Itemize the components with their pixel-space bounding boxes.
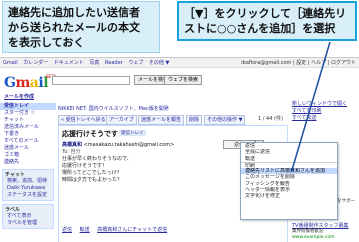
labels-manage[interactable]: ラベルを管理 — [5, 220, 51, 227]
sender-email: <masakazu.takahashi@gmail.com> — [83, 142, 175, 148]
forward-link[interactable]: 転送 — [80, 227, 90, 233]
labels-box: ラベル すべて表示 ラベルを管理 — [2, 204, 54, 229]
top-link-photos[interactable]: 写真 — [89, 60, 99, 66]
chat-status-link[interactable]: ステータスを設定 — [5, 192, 51, 199]
body-line: 仕事が早く終わりそうなので、 — [62, 156, 132, 162]
labels-show-all[interactable]: すべて表示 — [5, 213, 51, 220]
message-actions: 返信 転送 高橋真和さんにチャットで返信 — [62, 226, 173, 233]
sidebar-item-all-mail[interactable]: すべてのメール — [0, 138, 56, 145]
user-account-links[interactable]: ibaflora@gmail.com | 設定 | ヘルプ | ログアウト — [241, 59, 356, 66]
chat-box-title: チャット — [5, 172, 25, 178]
inbox-label-tag[interactable]: 受信トレイ — [119, 130, 146, 136]
forward-all-link[interactable]: すべて転送 — [292, 115, 359, 122]
more-actions-dropdown[interactable]: その他の操作 ▼ — [204, 115, 246, 125]
delete-button[interactable]: 削除 — [186, 115, 203, 125]
callout-left-line2: から送られたメールの本文 — [8, 21, 140, 34]
open-new-window-link[interactable]: 新しいウィンドウで開く — [292, 101, 359, 108]
sidebar: メールを作成 受信トレイ スター付き ☆ チャット 送信済みメール 下書き すべ… — [0, 91, 56, 242]
mail-search-input[interactable] — [52, 76, 130, 85]
web-clip-news[interactable]: NIKKEI NET: 国内ウイルスソフト、Mac版を開発 — [58, 105, 288, 113]
sponsored-link: TV番組制作スタッフ募集 業界経験者歓迎 www.example.com — [292, 222, 359, 240]
top-link-calendar[interactable]: カレンダー — [23, 60, 48, 66]
message-recipient: To: 自分 — [62, 149, 81, 155]
message-body: 仕事が早く終わりそうなので、 応援行けそうです！ 場所ってどこでしたっけ？ 時間… — [62, 156, 162, 184]
gmail-logo-text: Gmail — [4, 75, 49, 91]
message-sender: 高橋真和 <masakazu.takahashi@gmail.com> — [62, 141, 174, 148]
top-link-docs[interactable]: ドキュメント — [54, 60, 84, 66]
sidebar-item-spam[interactable]: 迷惑メール — [0, 145, 56, 152]
print-all-link[interactable]: すべてを印刷 — [292, 108, 359, 115]
reply-link[interactable]: 返信 — [62, 227, 72, 233]
chat-user[interactable]: Daiki Yurukawa — [5, 185, 51, 192]
ad-title[interactable]: TV番組制作スタッフ募集 — [292, 222, 359, 229]
menu-item-fix-encoding[interactable]: 文字化けを修正 — [241, 193, 337, 199]
callout-left-line3: を表示しておく — [8, 36, 85, 49]
top-link-web[interactable]: ウェブ — [128, 60, 143, 66]
callout-left-line1: 連絡先に追加したい送信者 — [8, 6, 140, 19]
message-subject: 応援行けそうです — [62, 130, 118, 138]
body-line: 場所ってどこでしたっけ？ — [62, 170, 122, 176]
instruction-callout-left: 連絡先に追加したい送信者 から送られたメールの本文 を表示しておく — [2, 1, 160, 53]
labels-box-title: ラベル — [5, 207, 21, 213]
sidebar-item-inbox[interactable]: 受信トレイ — [0, 103, 56, 110]
sidebar-item-drafts[interactable]: 下書き — [0, 131, 56, 138]
top-link-more[interactable]: その他 ▼ — [149, 60, 169, 66]
back-to-inbox-button[interactable]: « 受信トレイへ戻る — [58, 115, 109, 125]
top-bar: Gmail カレンダー ドキュメント 写真 Reader ウェブ その他 ▼ i… — [0, 58, 359, 68]
callout-right-line2: ストに○○さんを追加］を選択 — [184, 22, 336, 35]
body-line: 時間は夕方でもよかった？ — [62, 177, 123, 183]
sidebar-item-chat[interactable]: チャット — [0, 117, 56, 124]
ad-url: www.example.com — [292, 235, 335, 240]
search-web-button[interactable]: ウェブを検索 — [164, 75, 203, 85]
pager: 1 / 44 (件) — [258, 116, 283, 122]
sidebar-item-contacts[interactable]: 連絡先 — [0, 159, 56, 166]
compose-link[interactable]: メールを作成 — [4, 93, 56, 100]
chat-box: チャット 検索、追加、招待 Daiki Yurukawa ステータスを設定 — [2, 169, 54, 201]
sidebar-item-trash[interactable]: ゴミ箱 — [0, 152, 56, 159]
archive-button[interactable]: アーカイブ — [106, 115, 137, 125]
reply-options-menu: 返信 全員に返信 転送 印刷 連絡先リストに高橋真和さんを追加 このメッセージを… — [240, 142, 338, 220]
callout-right-line1: ［▼］をクリックして［連絡先リ — [184, 7, 347, 20]
sidebar-item-starred[interactable]: スター付き ☆ — [0, 110, 56, 117]
top-link-gmail[interactable]: Gmail — [3, 60, 18, 66]
chat-reply-link[interactable]: 高橋真和さんにチャットで返信 — [97, 227, 167, 233]
top-link-reader[interactable]: Reader — [105, 60, 123, 66]
report-spam-button[interactable]: 迷惑メールを報告 — [138, 115, 185, 125]
gmail-logo: Gmail BETA — [4, 72, 56, 91]
instruction-callout-right: ［▼］をクリックして［連絡先リ ストに○○さんを追加］を選択 — [177, 1, 357, 41]
sidebar-item-sent[interactable]: 送信済みメール — [0, 124, 56, 131]
body-line: 応援行けそうです！ — [62, 163, 108, 169]
top-nav-links: Gmail カレンダー ドキュメント 写真 Reader ウェブ その他 ▼ — [3, 59, 173, 66]
chat-search-link[interactable]: 検索、追加、招待 — [5, 178, 51, 185]
